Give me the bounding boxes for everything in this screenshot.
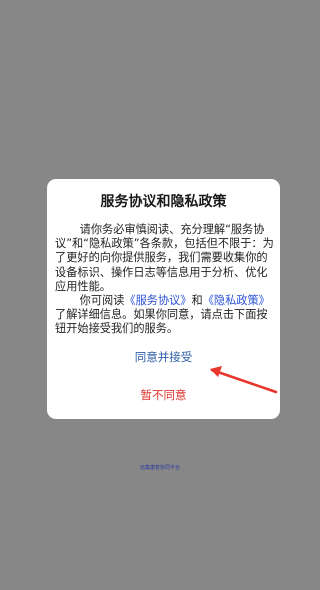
- service-agreement-link[interactable]: 《服务协议》: [124, 294, 191, 307]
- and-text: 和: [191, 294, 203, 308]
- dialog-paragraph-1: 请你务必审慎阅读、充分理解“服务协议”和“隐私政策”各条款，包括但不限于：为了更…: [55, 223, 274, 293]
- para2-prefix: 你可阅读: [79, 294, 125, 308]
- footer-text: 远集康复协同平台: [139, 465, 180, 471]
- dialog-paragraph-2: 你可阅读《服务协议》和《隐私政策》了解详细信息。如果你同意，请点击下面按钮开始接…: [55, 294, 274, 337]
- dialog-body: 请你务必审慎阅读、充分理解“服务协议”和“隐私政策”各条款，包括但不限于：为了更…: [55, 223, 274, 337]
- arrow-annotation-icon: [210, 366, 278, 394]
- dialog-title: 服务协议和隐私政策: [100, 194, 227, 210]
- privacy-policy-link[interactable]: 《隐私政策》: [203, 294, 270, 307]
- para2-suffix: 了解详细信息。如果你同意，请点击下面按钮开始接受我们的服务。: [55, 308, 268, 336]
